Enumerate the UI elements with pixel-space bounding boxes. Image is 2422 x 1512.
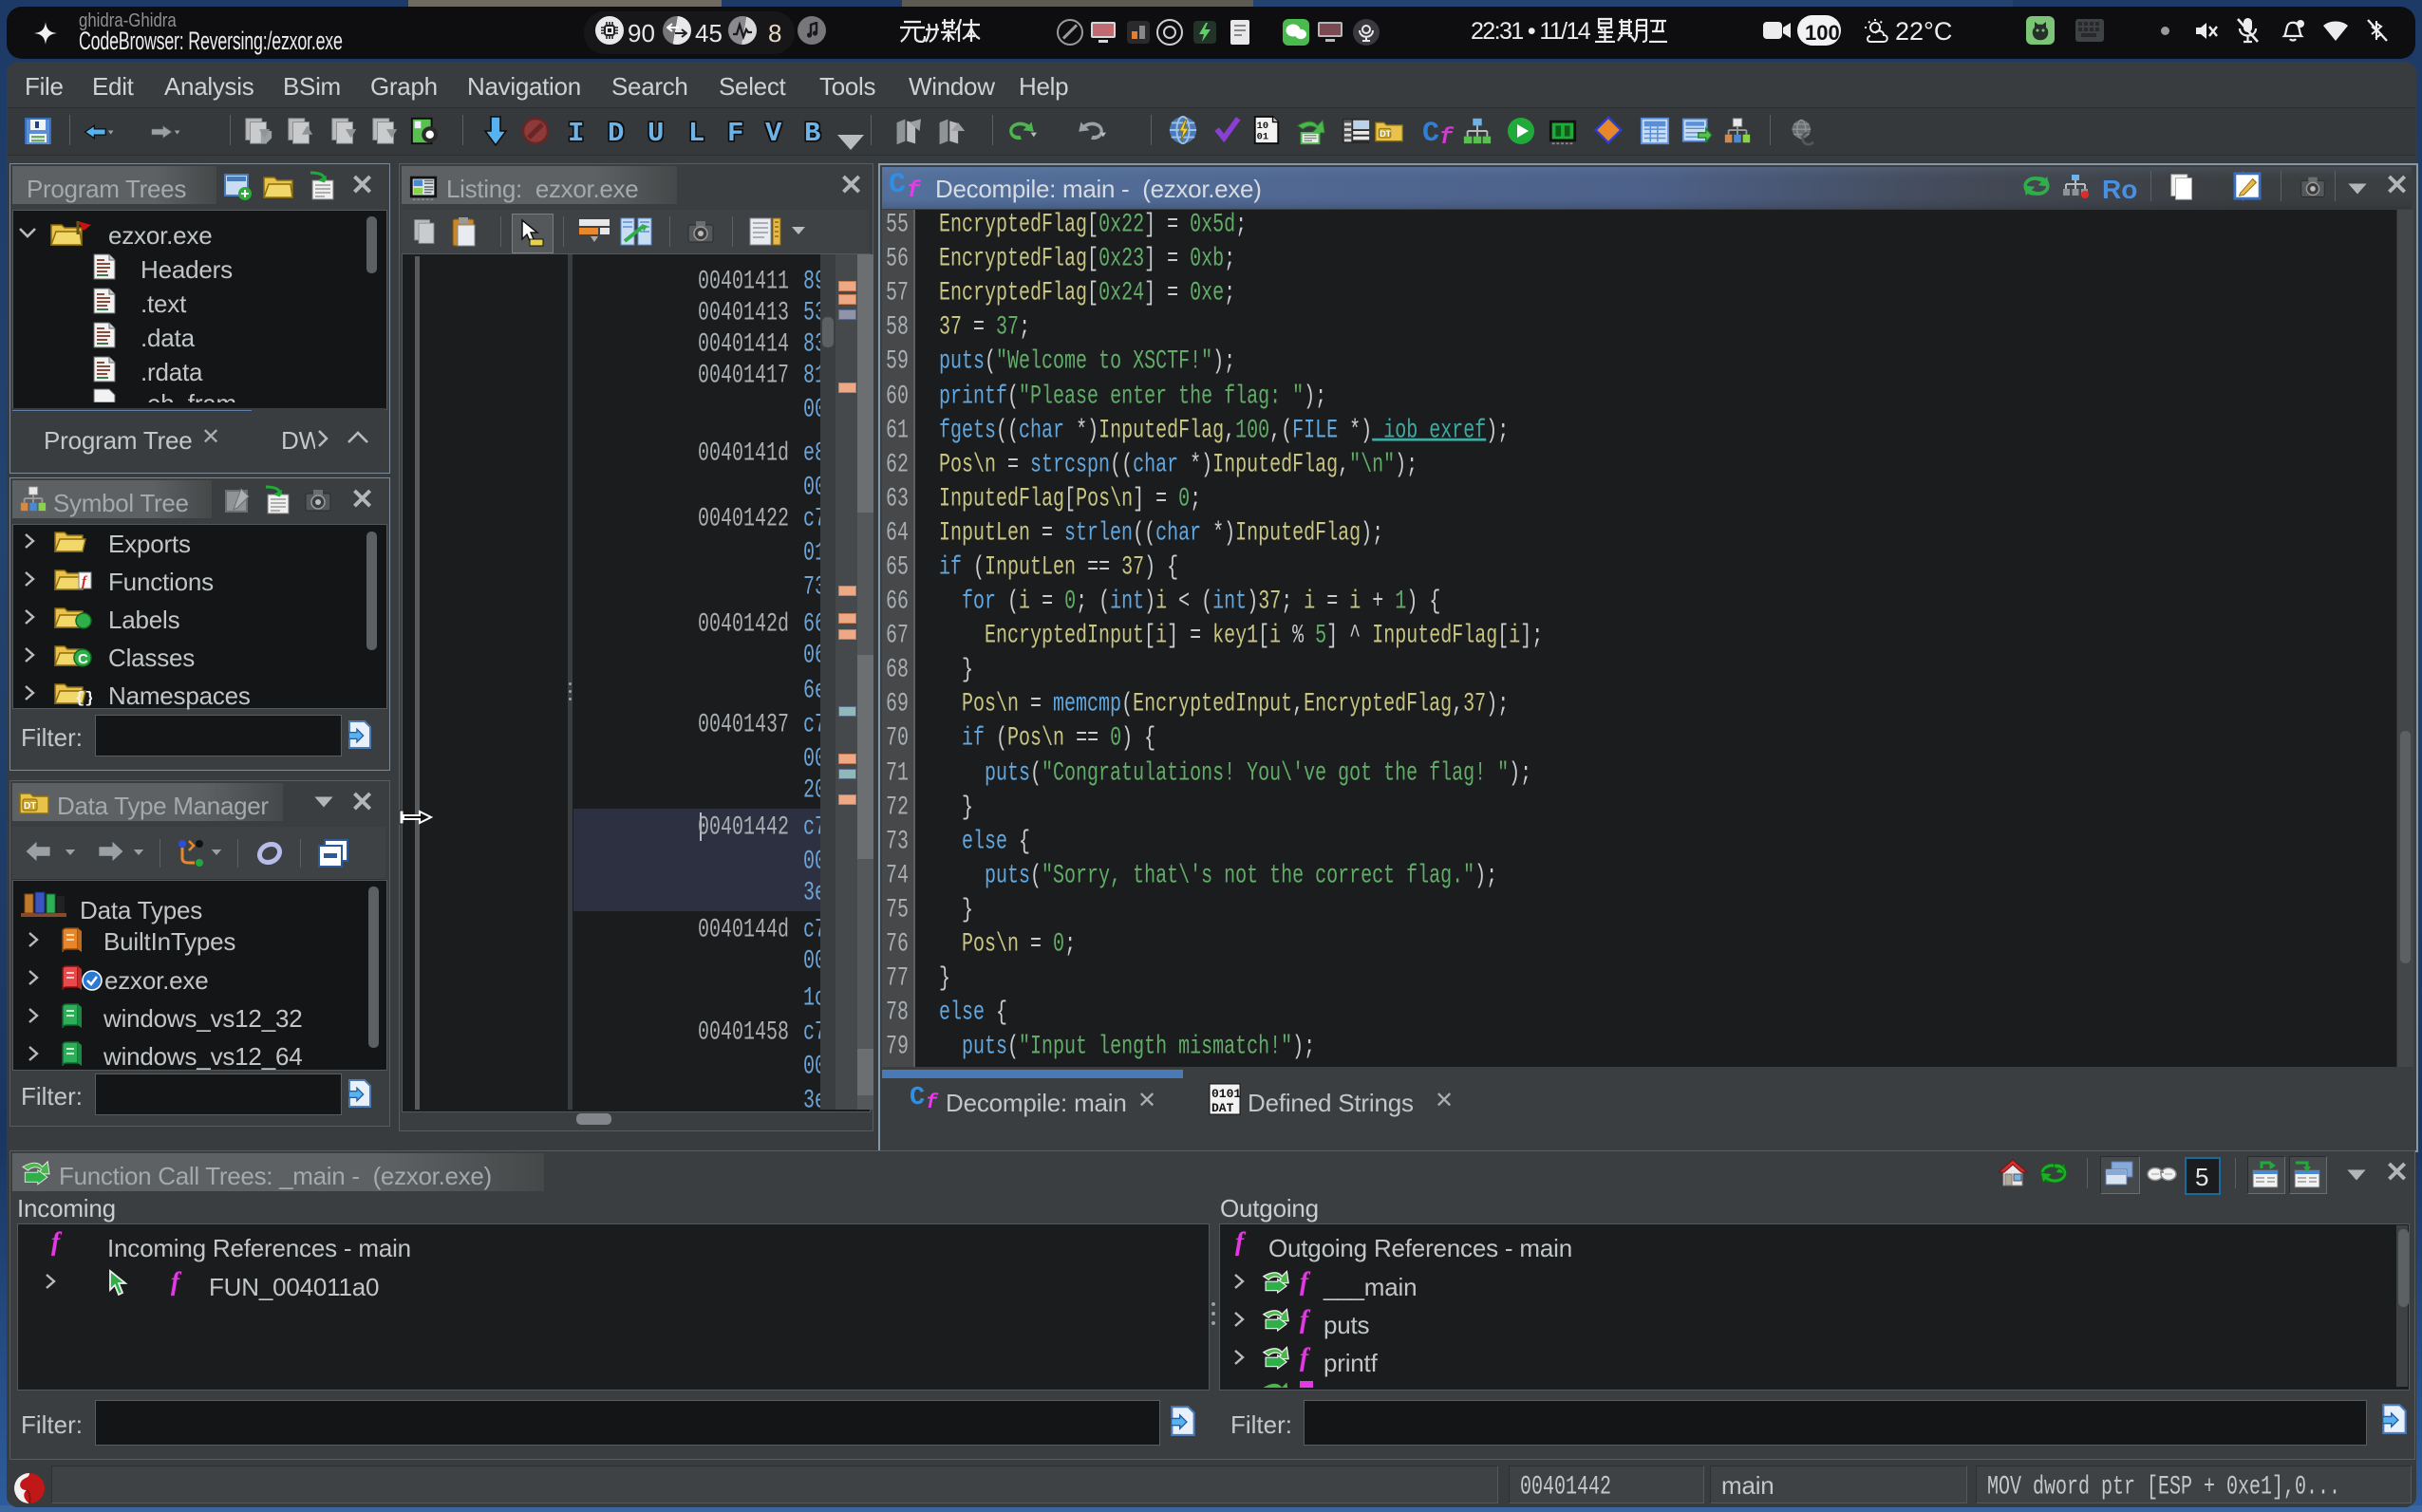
svg-text:DAT: DAT (1211, 1101, 1234, 1115)
svg-text:DT: DT (1380, 129, 1391, 139)
svg-text:10: 10 (1257, 121, 1268, 132)
svg-text:C: C (78, 651, 88, 667)
svg-text:01: 01 (1257, 131, 1268, 142)
svg-text:{}: {} (75, 690, 92, 706)
svg-text:0101: 0101 (1211, 1087, 1241, 1101)
svg-text:DT: DT (24, 801, 36, 812)
